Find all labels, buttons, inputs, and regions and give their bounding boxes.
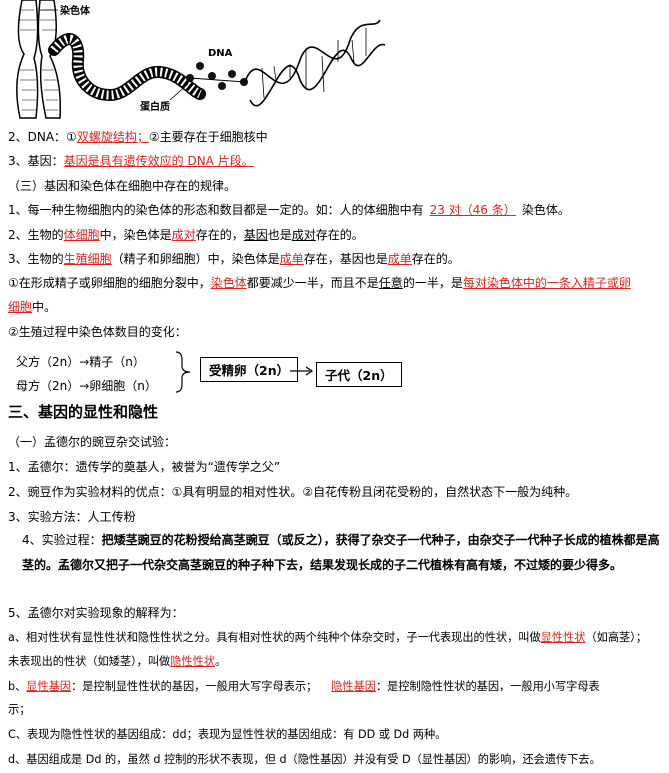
rule-2: 2、生物的体细胞中，染色体是成对存在的，基因也是成对存在的。 — [8, 226, 364, 244]
answer: 生殖细胞 — [63, 252, 112, 266]
text: b、 — [8, 680, 27, 693]
answer: 每对染色体中的一条入精子或卵 — [462, 276, 631, 290]
mendel-3: 3、实验方法：人工传粉 — [8, 510, 136, 524]
chromosome-dna-illustration — [16, 0, 386, 119]
text: 中。 — [32, 300, 57, 314]
text: 染色体。 — [521, 203, 570, 217]
text: 中，染色体是 — [99, 228, 172, 242]
text: 任意 — [378, 276, 403, 290]
dna-line: 2、DNA：①双螺旋结构；②主要存在于细胞核中 — [8, 128, 268, 146]
rule-3: 3、生物的生殖细胞（精子和卵细胞）中，染色体是成单存在，基因也是成单存在的。 — [8, 250, 460, 268]
explain-d: d、基因组成是 Dd 的，虽然 d 控制的形状不表现，但 d（隐性基因）并没有受… — [8, 753, 601, 766]
answer: 23 对（46 条） — [429, 203, 516, 217]
chromosome-halving-line-cont: 细胞中。 — [8, 298, 56, 316]
text: ②主要存在于细胞核中 — [148, 130, 268, 144]
answer: 基因是具有遗传效应的 DNA 片段。 — [63, 154, 254, 168]
rule-1: 1、每一种生物细胞内的染色体的形态和数目都是一定的。如：人的体细胞中有 23 对（… — [8, 201, 570, 219]
explain-b-1: b、显性基因：是控制显性性状的基因，一般用大写字母表示； 隐性基因：是控制隐性性状… — [8, 678, 600, 696]
brace-icon — [175, 351, 191, 393]
text: 都要减少一半，而且不是 — [246, 276, 379, 290]
chromosome-label: 染色体 — [60, 6, 90, 17]
text: 2、生物的 — [8, 228, 64, 242]
explain-c: C、表现为隐性性状的基因组成：dd；表现为显性性状的基因组成：有 DD 或 Dd… — [8, 728, 447, 741]
text: 的一半，是 — [402, 276, 463, 290]
chromosome-halving-line: ①在形成精子或卵细胞的细胞分裂中，染色体都要减少一半，而且不是任意的一半，是每对… — [8, 274, 631, 292]
answer: 染色体 — [210, 276, 247, 290]
mendel-4: 4、实验过程：把矮茎豌豆的花粉授给高茎豌豆（或反之），获得了杂交子一代种子，由杂… — [22, 528, 662, 578]
chromosome-change-title: ②生殖过程中染色体数目的变化： — [8, 325, 187, 339]
mendel-title: （一）孟德尔的豌豆杂交试验： — [8, 435, 177, 449]
explain-a-1: a、相对性状有显性性状和隐性性状之分。具有相对性状的两个纯种个体杂交时，子一代表… — [8, 629, 647, 647]
flow-mother: 母方（2n）→卵细胞（n） — [16, 379, 157, 393]
text: a、相对性状有显性性状和隐性性状之分。具有相对性状的两个纯种个体杂交时，子一代表… — [8, 631, 541, 644]
answer: 成单 — [387, 252, 412, 266]
text: ：是控制显性性状的基因，一般用大写字母表示； — [71, 680, 318, 693]
text: （精子和卵细胞）中，染色体是 — [111, 252, 280, 266]
text: 基因 — [243, 228, 268, 242]
text: 成对 — [291, 228, 316, 242]
chromosome-dna-figure: 染色体 DNA 蛋白质 — [0, 0, 400, 120]
text: 存在，基因也是 — [303, 252, 388, 266]
answer: 体细胞 — [63, 228, 100, 242]
answer: 隐性性状 — [170, 655, 215, 668]
dna-label: DNA — [208, 48, 233, 59]
section-heading: 三、基因的显性和隐性 — [8, 403, 159, 421]
answer: 显性基因 — [26, 680, 72, 693]
zygote-box: 受精卵（2n） — [200, 357, 299, 382]
answer: 成对 — [171, 228, 196, 242]
text: ①在形成精子或卵细胞的细胞分裂中， — [8, 276, 211, 290]
text: 4、实验过程： — [22, 533, 102, 547]
answer: 成单 — [279, 252, 304, 266]
explain-b-2: 示； — [8, 703, 31, 716]
text: 把矮茎豌豆的花粉授给高茎豌豆（或反之），获得了杂交子一代种子，由杂交子一代种子长… — [22, 533, 660, 572]
explain-a-2: 未表现出的性状（如矮茎），叫做隐性性状。 — [8, 653, 226, 671]
answer: 隐性基因 — [331, 680, 376, 693]
answer: 细胞 — [8, 300, 33, 314]
protein-label: 蛋白质 — [140, 102, 170, 113]
mendel-2: 2、豌豆作为实验材料的优点：①具有明显的相对性状。②自花传粉且闭花受粉的，自然状… — [8, 485, 578, 499]
text: 3、生物的 — [8, 252, 64, 266]
text: 1、每一种生物细胞内的染色体的形态和数目都是一定的。如：人的体细胞中有 — [8, 203, 424, 217]
text: 。 — [214, 655, 227, 668]
offspring-box: 子代（2n） — [316, 362, 402, 387]
text: 存在的。 — [411, 252, 460, 266]
mendel-1: 1、孟德尔：遗传学的奠基人，被誉为“遗传学之父” — [8, 460, 281, 474]
text: 也是 — [267, 228, 292, 242]
section-3-title: （三）基因和染色体在细胞中存在的规律。 — [8, 179, 237, 193]
text: 2、DNA：① — [8, 130, 77, 144]
gene-line: 3、基因：基因是具有遗传效应的 DNA 片段。 — [8, 152, 254, 170]
text: 存在的。 — [315, 228, 364, 242]
flow-father: 父方（2n）→精子（n） — [16, 355, 145, 369]
text: ：是控制隐性性状的基因，一般用小写字母表 — [375, 680, 600, 693]
text: 3、基因： — [8, 154, 64, 168]
mendel-5: 5、孟德尔对实验现象的解释为： — [8, 606, 184, 620]
text: 存在的， — [195, 228, 244, 242]
text: 未表现出的性状（如矮茎），叫做 — [8, 655, 171, 668]
answer: 双螺旋结构； — [76, 130, 149, 144]
text: （如高茎）； — [585, 631, 647, 644]
arrow-right-icon — [290, 366, 314, 376]
answer: 显性性状 — [540, 631, 586, 644]
